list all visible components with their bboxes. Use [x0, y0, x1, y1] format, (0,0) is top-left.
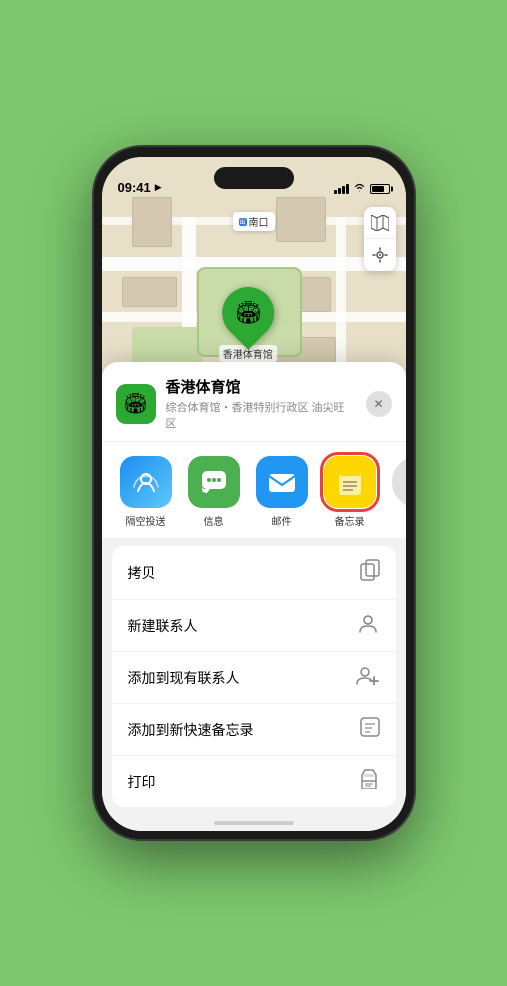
- status-time: 09:41: [118, 180, 151, 195]
- dynamic-island: [214, 167, 294, 189]
- share-messages[interactable]: 信息: [180, 456, 248, 528]
- venue-name: 香港体育馆: [166, 376, 356, 397]
- location-button[interactable]: [364, 239, 396, 271]
- share-airdrop[interactable]: 隔空投送: [112, 456, 180, 528]
- action-add-existing[interactable]: 添加到现有联系人: [112, 652, 396, 704]
- action-add-note[interactable]: 添加到新快速备忘录: [112, 704, 396, 756]
- mail-icon: [256, 456, 308, 508]
- action-new-contact[interactable]: 新建联系人: [112, 600, 396, 652]
- airdrop-label: 隔空投送: [126, 513, 166, 528]
- share-row: 隔空投送 信息: [102, 441, 406, 538]
- mail-label: 邮件: [272, 513, 292, 528]
- pin-icon: 🏟: [234, 300, 262, 326]
- entrance-dot: 出: [239, 218, 247, 226]
- print-label: 打印: [128, 772, 156, 792]
- add-note-icon: [360, 717, 380, 742]
- share-mail[interactable]: 邮件: [248, 456, 316, 528]
- phone-frame: 09:41 ▶: [94, 147, 414, 839]
- notes-label: 备忘录: [335, 513, 365, 528]
- venue-icon: 🏟: [116, 384, 156, 424]
- location-arrow-icon: ▶: [155, 182, 162, 193]
- add-existing-icon: [356, 665, 380, 690]
- messages-label: 信息: [204, 513, 224, 528]
- more-icon: [392, 456, 406, 508]
- copy-icon: [360, 559, 380, 586]
- signal-icon: [334, 184, 349, 194]
- map-type-button[interactable]: [364, 207, 396, 239]
- share-notes[interactable]: 备忘录: [316, 456, 384, 528]
- battery-icon: [370, 184, 390, 194]
- action-list: 拷贝 新建联系人: [112, 546, 396, 807]
- new-contact-label: 新建联系人: [128, 616, 198, 636]
- bottom-sheet: 🏟 香港体育馆 综合体育馆・香港特别行政区 油尖旺区 ✕: [102, 362, 406, 831]
- map-pin: 🏟 香港体育馆: [219, 287, 277, 362]
- pin-bubble: 🏟: [211, 276, 285, 350]
- map-controls: [364, 207, 396, 271]
- add-note-label: 添加到新快速备忘录: [128, 720, 254, 740]
- messages-icon: [188, 456, 240, 508]
- print-icon: [358, 769, 380, 794]
- new-contact-icon: [358, 613, 380, 638]
- action-copy[interactable]: 拷贝: [112, 546, 396, 600]
- add-existing-label: 添加到现有联系人: [128, 668, 240, 688]
- sheet-header: 🏟 香港体育馆 综合体育馆・香港特别行政区 油尖旺区 ✕: [102, 362, 406, 441]
- map-entrance-label: 出 南口: [233, 212, 275, 231]
- action-print[interactable]: 打印: [112, 756, 396, 807]
- status-icons: [334, 182, 390, 195]
- home-indicator: [214, 821, 294, 825]
- wifi-icon: [353, 182, 366, 195]
- notes-icon: [324, 456, 376, 508]
- copy-label: 拷贝: [128, 563, 156, 583]
- venue-subtitle: 综合体育馆・香港特别行政区 油尖旺区: [166, 399, 356, 431]
- phone-screen: 09:41 ▶: [102, 157, 406, 831]
- airdrop-icon: [120, 456, 172, 508]
- venue-info: 香港体育馆 综合体育馆・香港特别行政区 油尖旺区: [166, 376, 356, 431]
- close-button[interactable]: ✕: [366, 391, 392, 417]
- share-more[interactable]: 推: [384, 456, 406, 528]
